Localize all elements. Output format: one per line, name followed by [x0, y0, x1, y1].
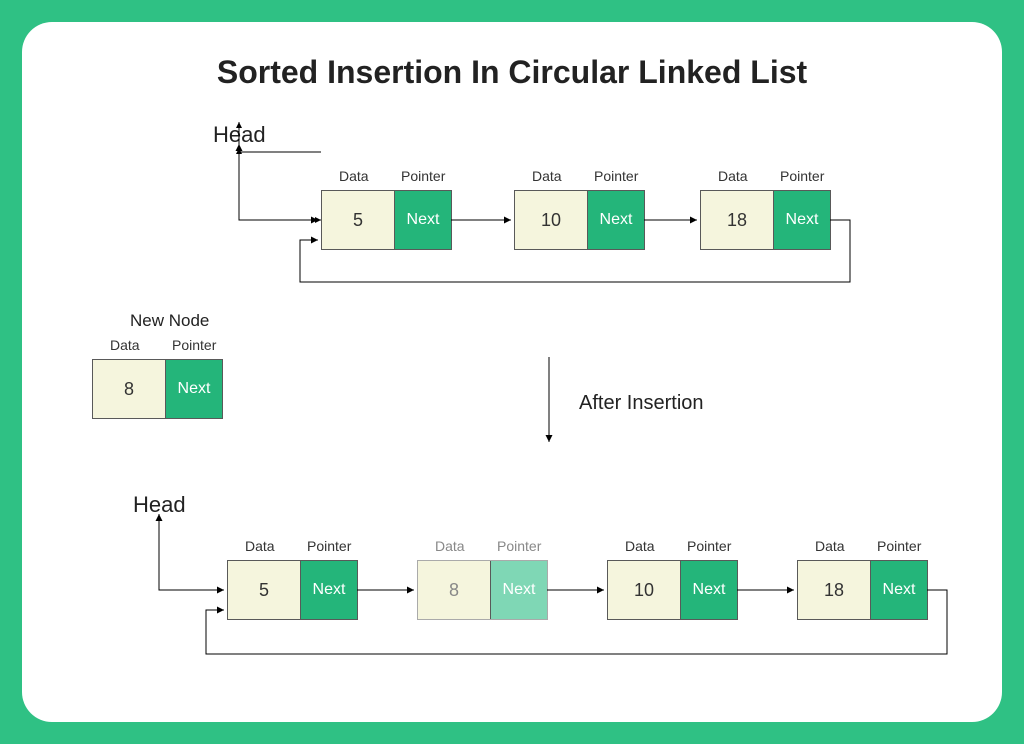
node-next: Next	[300, 561, 357, 619]
data-label: Data	[435, 538, 465, 554]
node-data: 5	[322, 191, 394, 249]
ptr-label: Pointer	[172, 337, 216, 353]
node-next: Next	[587, 191, 644, 249]
data-label: Data	[815, 538, 845, 554]
node-next: Next	[165, 360, 222, 418]
data-label: Data	[532, 168, 562, 184]
outer-frame: Sorted Insertion In Circular Linked List…	[0, 0, 1024, 744]
head-label-before: Head	[213, 122, 266, 148]
before-node-0: 5 Next	[321, 190, 452, 250]
ptr-label: Pointer	[307, 538, 351, 554]
after-node-2: 10 Next	[607, 560, 738, 620]
ptr-label: Pointer	[687, 538, 731, 554]
after-node-3: 18 Next	[797, 560, 928, 620]
node-next: Next	[394, 191, 451, 249]
head-label-after: Head	[133, 492, 186, 518]
data-label: Data	[245, 538, 275, 554]
node-data: 5	[228, 561, 300, 619]
node-data: 10	[608, 561, 680, 619]
new-node-label: New Node	[130, 311, 209, 331]
node-next: Next	[870, 561, 927, 619]
ptr-label: Pointer	[877, 538, 921, 554]
data-label: Data	[718, 168, 748, 184]
before-node-2: 18 Next	[700, 190, 831, 250]
ptr-label: Pointer	[780, 168, 824, 184]
node-data: 8	[418, 561, 490, 619]
new-node: 8 Next	[92, 359, 223, 419]
data-label: Data	[110, 337, 140, 353]
ptr-label: Pointer	[497, 538, 541, 554]
data-label: Data	[625, 538, 655, 554]
node-next: Next	[680, 561, 737, 619]
ptr-label: Pointer	[401, 168, 445, 184]
after-node-0: 5 Next	[227, 560, 358, 620]
node-data: 8	[93, 360, 165, 418]
after-node-1-inserted: 8 Next	[417, 560, 548, 620]
node-data: 18	[701, 191, 773, 249]
data-label: Data	[339, 168, 369, 184]
ptr-label: Pointer	[594, 168, 638, 184]
before-node-1: 10 Next	[514, 190, 645, 250]
node-next: Next	[490, 561, 547, 619]
diagram-canvas: Sorted Insertion In Circular Linked List…	[22, 22, 1002, 722]
after-insertion-label: After Insertion	[579, 392, 704, 415]
node-next: Next	[773, 191, 830, 249]
node-data: 18	[798, 561, 870, 619]
node-data: 10	[515, 191, 587, 249]
diagram-title: Sorted Insertion In Circular Linked List	[22, 54, 1002, 91]
